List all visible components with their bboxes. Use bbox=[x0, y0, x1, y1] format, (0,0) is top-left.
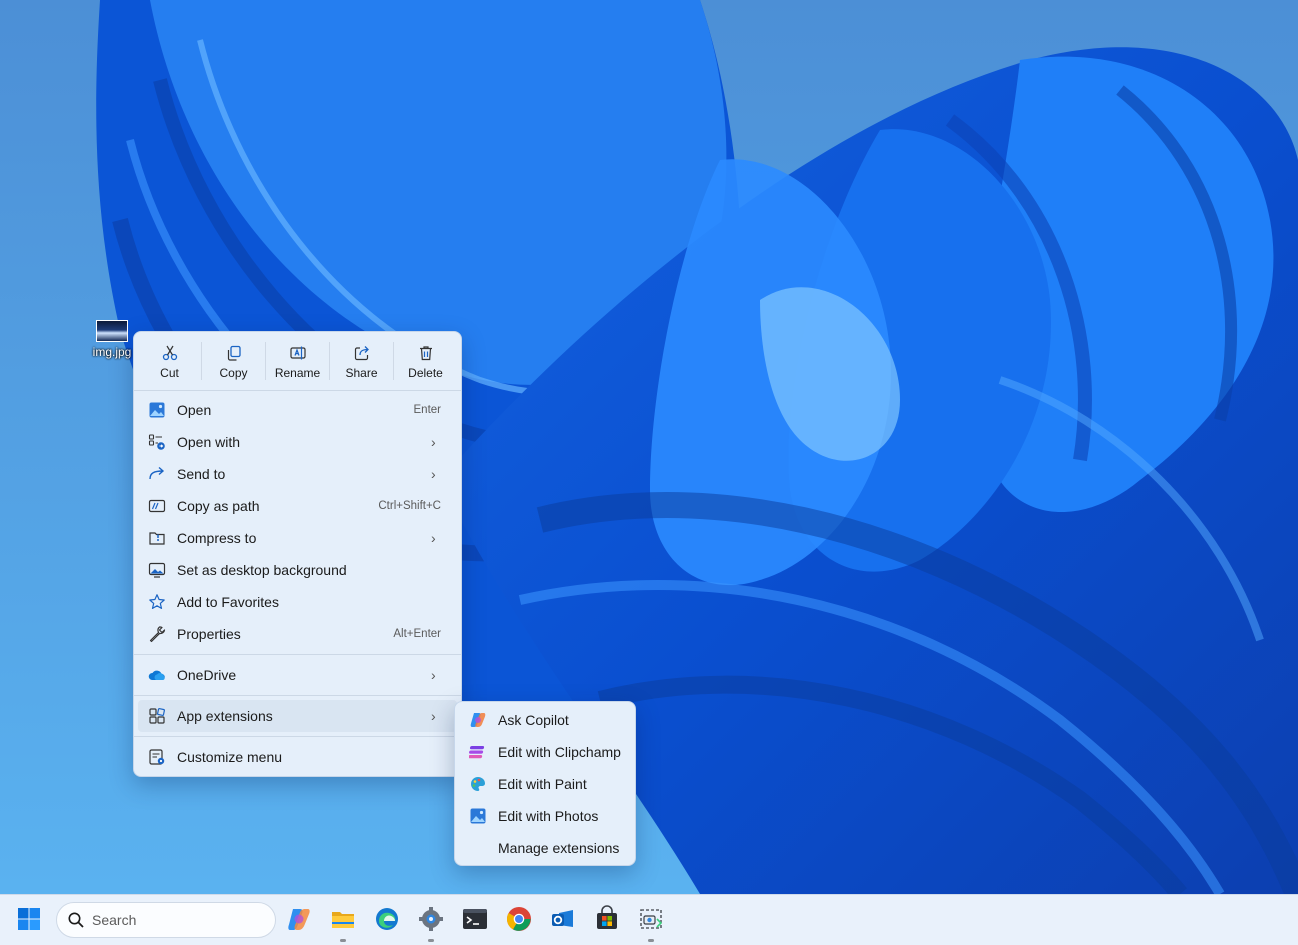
submenu-item-label: Manage extensions bbox=[498, 840, 620, 856]
share-label: Share bbox=[345, 366, 378, 380]
submenu-item-edit-with-photos[interactable]: Edit with Photos bbox=[459, 800, 631, 832]
chrome-icon[interactable] bbox=[505, 905, 533, 933]
chevron-right-icon: › bbox=[431, 434, 436, 450]
menu-item-label: Copy as path bbox=[177, 498, 260, 514]
copy-path-icon bbox=[148, 497, 166, 515]
submenu-item-manage-extensions[interactable]: Manage extensions bbox=[459, 832, 631, 864]
image-thumbnail-icon bbox=[96, 320, 128, 342]
submenu-item-edit-with-clipchamp[interactable]: Edit with Clipchamp bbox=[459, 736, 631, 768]
taskbar: Search bbox=[0, 894, 1298, 945]
open-with-icon bbox=[148, 433, 166, 451]
submenu-item-label: Edit with Photos bbox=[498, 808, 599, 824]
windows-logo-icon bbox=[18, 908, 40, 930]
menu-item-label: Add to Favorites bbox=[177, 594, 279, 610]
share-icon bbox=[353, 344, 371, 362]
menu-item-onedrive[interactable]: OneDrive › bbox=[138, 659, 457, 691]
submenu-item-label: Ask Copilot bbox=[498, 712, 569, 728]
menu-item-add-to-favorites[interactable]: Add to Favorites bbox=[138, 586, 457, 618]
compress-icon bbox=[148, 529, 166, 547]
search-placeholder: Search bbox=[92, 912, 137, 928]
terminal-icon[interactable] bbox=[461, 905, 489, 933]
menu-item-send-to[interactable]: Send to › bbox=[138, 458, 457, 490]
photos-icon bbox=[148, 401, 166, 419]
rename-icon bbox=[289, 344, 307, 362]
star-icon bbox=[148, 593, 166, 611]
app-extensions-submenu: Ask Copilot Edit with Clipchamp Edit wit… bbox=[454, 701, 636, 866]
menu-item-set-as-desktop-background[interactable]: Set as desktop background bbox=[138, 554, 457, 586]
cut-label: Cut bbox=[160, 366, 179, 380]
chevron-right-icon: › bbox=[431, 530, 436, 546]
menu-item-label: Send to bbox=[177, 466, 226, 482]
copilot-icon[interactable] bbox=[285, 905, 313, 933]
settings-gear-icon[interactable] bbox=[417, 905, 445, 933]
desktop-file-icon[interactable]: img.jpg bbox=[86, 318, 138, 359]
submenu-item-edit-with-paint[interactable]: Edit with Paint bbox=[459, 768, 631, 800]
delete-label: Delete bbox=[408, 366, 443, 380]
menu-item-customize-menu[interactable]: Customize menu bbox=[138, 741, 457, 773]
menu-item-properties[interactable]: Properties Alt+Enter bbox=[138, 618, 457, 650]
outlook-icon[interactable] bbox=[549, 905, 577, 933]
menu-item-accelerator: Alt+Enter bbox=[393, 628, 441, 640]
running-indicator bbox=[428, 939, 434, 942]
desktop-file-label: img.jpg bbox=[92, 345, 132, 359]
trash-icon bbox=[417, 344, 435, 362]
delete-button[interactable]: Delete bbox=[394, 332, 457, 390]
submenu-item-ask-copilot[interactable]: Ask Copilot bbox=[459, 704, 631, 736]
onedrive-cloud-icon bbox=[148, 666, 166, 684]
menu-item-label: Open bbox=[177, 402, 212, 418]
store-icon[interactable] bbox=[593, 905, 621, 933]
menu-item-label: Open with bbox=[177, 434, 241, 450]
menu-item-label: Customize menu bbox=[177, 749, 283, 765]
copy-icon bbox=[225, 344, 243, 362]
submenu-item-label: Edit with Paint bbox=[498, 776, 587, 792]
search-icon bbox=[67, 911, 85, 929]
menu-item-accelerator: Ctrl+Shift+C bbox=[378, 500, 441, 512]
copy-label: Copy bbox=[219, 366, 248, 380]
menu-item-open[interactable]: Open Enter bbox=[138, 394, 457, 426]
taskbar-search-box[interactable]: Search bbox=[56, 902, 276, 938]
menu-item-label: Set as desktop background bbox=[177, 562, 347, 578]
menu-item-compress-to[interactable]: Compress to › bbox=[138, 522, 457, 554]
snipping-tool-icon[interactable] bbox=[637, 905, 665, 933]
desktop-background-icon bbox=[148, 561, 166, 579]
start-button[interactable] bbox=[17, 907, 41, 931]
menu-item-label: Compress to bbox=[177, 530, 257, 546]
submenu-item-label: Edit with Clipchamp bbox=[498, 744, 621, 760]
chevron-right-icon: › bbox=[431, 708, 436, 724]
paint-icon bbox=[469, 775, 487, 793]
blank-icon-slot bbox=[469, 839, 487, 857]
chevron-right-icon: › bbox=[431, 466, 436, 482]
quick-actions-bar: Cut Copy Rename Share Delete bbox=[134, 332, 461, 390]
scissors-icon bbox=[161, 344, 179, 362]
running-indicator bbox=[340, 939, 346, 942]
chevron-right-icon: › bbox=[431, 667, 436, 683]
copilot-icon bbox=[469, 711, 487, 729]
running-indicator bbox=[648, 939, 654, 942]
menu-item-accelerator: Enter bbox=[413, 404, 442, 416]
edge-icon[interactable] bbox=[373, 905, 401, 933]
clipchamp-icon bbox=[469, 743, 487, 761]
app-extensions-icon bbox=[148, 707, 166, 725]
menu-item-copy-as-path[interactable]: Copy as path Ctrl+Shift+C bbox=[138, 490, 457, 522]
customize-menu-icon bbox=[148, 748, 166, 766]
menu-item-label: Properties bbox=[177, 626, 241, 642]
menu-item-app-extensions[interactable]: App extensions › bbox=[138, 700, 457, 732]
send-arrow-icon bbox=[148, 465, 166, 483]
share-button[interactable]: Share bbox=[330, 332, 393, 390]
menu-item-label: App extensions bbox=[177, 708, 273, 724]
photos-icon bbox=[469, 807, 487, 825]
menu-item-label: OneDrive bbox=[177, 667, 237, 683]
file-explorer-icon[interactable] bbox=[329, 905, 357, 933]
rename-label: Rename bbox=[274, 366, 321, 380]
rename-button[interactable]: Rename bbox=[266, 332, 329, 390]
menu-item-open-with[interactable]: Open with › bbox=[138, 426, 457, 458]
cut-button[interactable]: Cut bbox=[138, 332, 201, 390]
copy-button[interactable]: Copy bbox=[202, 332, 265, 390]
wrench-icon bbox=[148, 625, 166, 643]
context-menu: Cut Copy Rename Share Delete Open Enter … bbox=[133, 331, 462, 777]
